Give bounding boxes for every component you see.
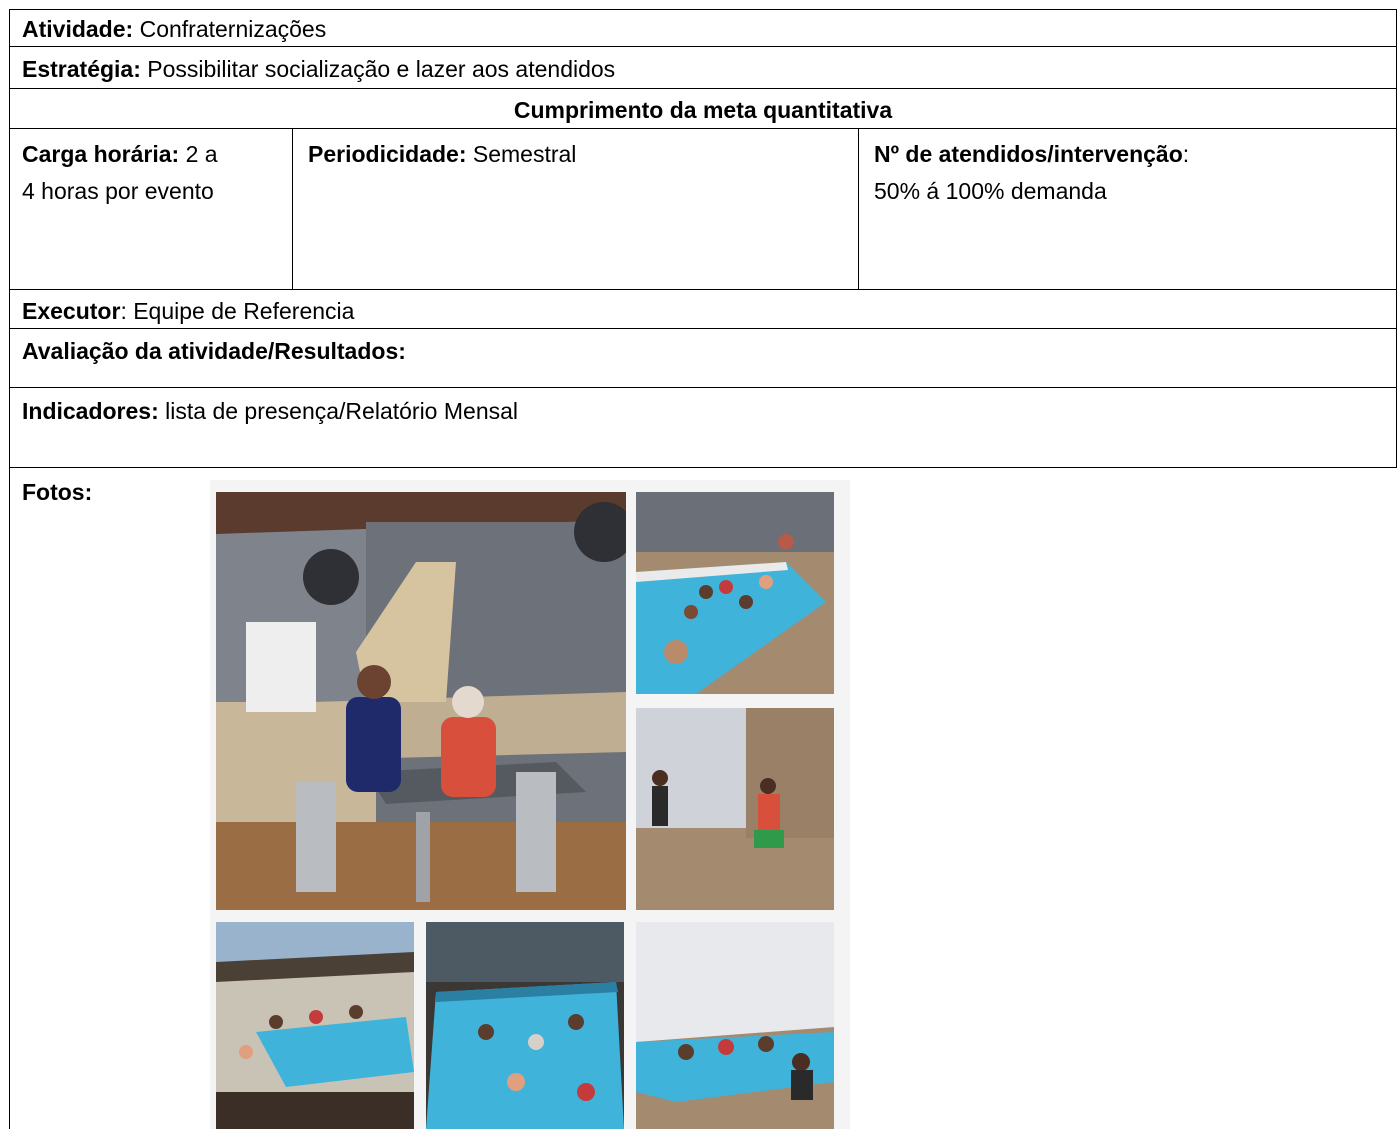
photo-pool-group xyxy=(636,922,834,1129)
atividade-label: Atividade: xyxy=(22,16,134,42)
executor-field: Executor: Equipe de Referencia xyxy=(22,296,354,326)
executor-label: Executor xyxy=(22,298,121,324)
indicadores-value: lista de presença/Relatório Mensal xyxy=(158,398,519,424)
row-divider xyxy=(9,289,1397,290)
row-divider xyxy=(9,88,1397,89)
carga-value-line2: 4 horas por evento xyxy=(22,178,214,204)
row-divider xyxy=(9,46,1397,47)
row-divider xyxy=(9,328,1397,329)
row-divider xyxy=(9,128,1397,129)
estrategia-label: Estratégia: xyxy=(22,56,141,82)
periodicidade-value: Semestral xyxy=(466,141,577,167)
atividade-field: Atividade: Confraternizações xyxy=(22,14,326,44)
atendidos-cell: Nº de atendidos/intervenção: 50% á 100% … xyxy=(874,136,1189,210)
fotos-label: Fotos: xyxy=(22,479,93,505)
atendidos-value: 50% á 100% demanda xyxy=(874,178,1107,204)
photo-table-scene xyxy=(216,492,626,910)
row-divider xyxy=(9,387,1397,388)
carga-label: Carga horária: xyxy=(22,141,180,167)
table-border-left xyxy=(9,9,10,1129)
table-border-top xyxy=(9,9,1397,10)
indicadores-field: Indicadores: lista de presença/Relatório… xyxy=(22,396,518,426)
atendidos-label: Nº de atendidos/intervenção xyxy=(874,141,1183,167)
indicadores-label: Indicadores: xyxy=(22,398,159,424)
row-divider xyxy=(9,467,1397,468)
fotos-field: Fotos: xyxy=(22,477,92,507)
photo-patio-two-people xyxy=(636,708,834,910)
estrategia-field: Estratégia: Possibilitar socialização e … xyxy=(22,54,615,84)
estrategia-value: Possibilitar socialização e lazer aos at… xyxy=(140,56,616,82)
photo-collage xyxy=(210,480,850,1129)
photo-pool-top xyxy=(636,492,834,694)
photo-pool-swimmers xyxy=(426,922,624,1129)
atividade-value: Confraternizações xyxy=(133,16,327,42)
document-page: Atividade: Confraternizações Estratégia:… xyxy=(0,0,1397,1129)
carga-horaria-cell: Carga horária: 2 a 4 horas por evento xyxy=(22,136,218,210)
cell-divider xyxy=(292,128,293,289)
avaliacao-label: Avaliação da atividade/Resultados: xyxy=(22,338,406,364)
photo-pool-crowd xyxy=(216,922,414,1129)
cell-divider xyxy=(858,128,859,289)
periodicidade-label: Periodicidade: xyxy=(308,141,467,167)
carga-value-line1: 2 a xyxy=(179,141,218,167)
meta-header: Cumprimento da meta quantitativa xyxy=(513,97,893,123)
executor-value: : Equipe de Referencia xyxy=(120,298,355,324)
avaliacao-field: Avaliação da atividade/Resultados: xyxy=(22,336,406,366)
periodicidade-cell: Periodicidade: Semestral xyxy=(308,136,576,173)
atendidos-sep: : xyxy=(1182,141,1190,167)
